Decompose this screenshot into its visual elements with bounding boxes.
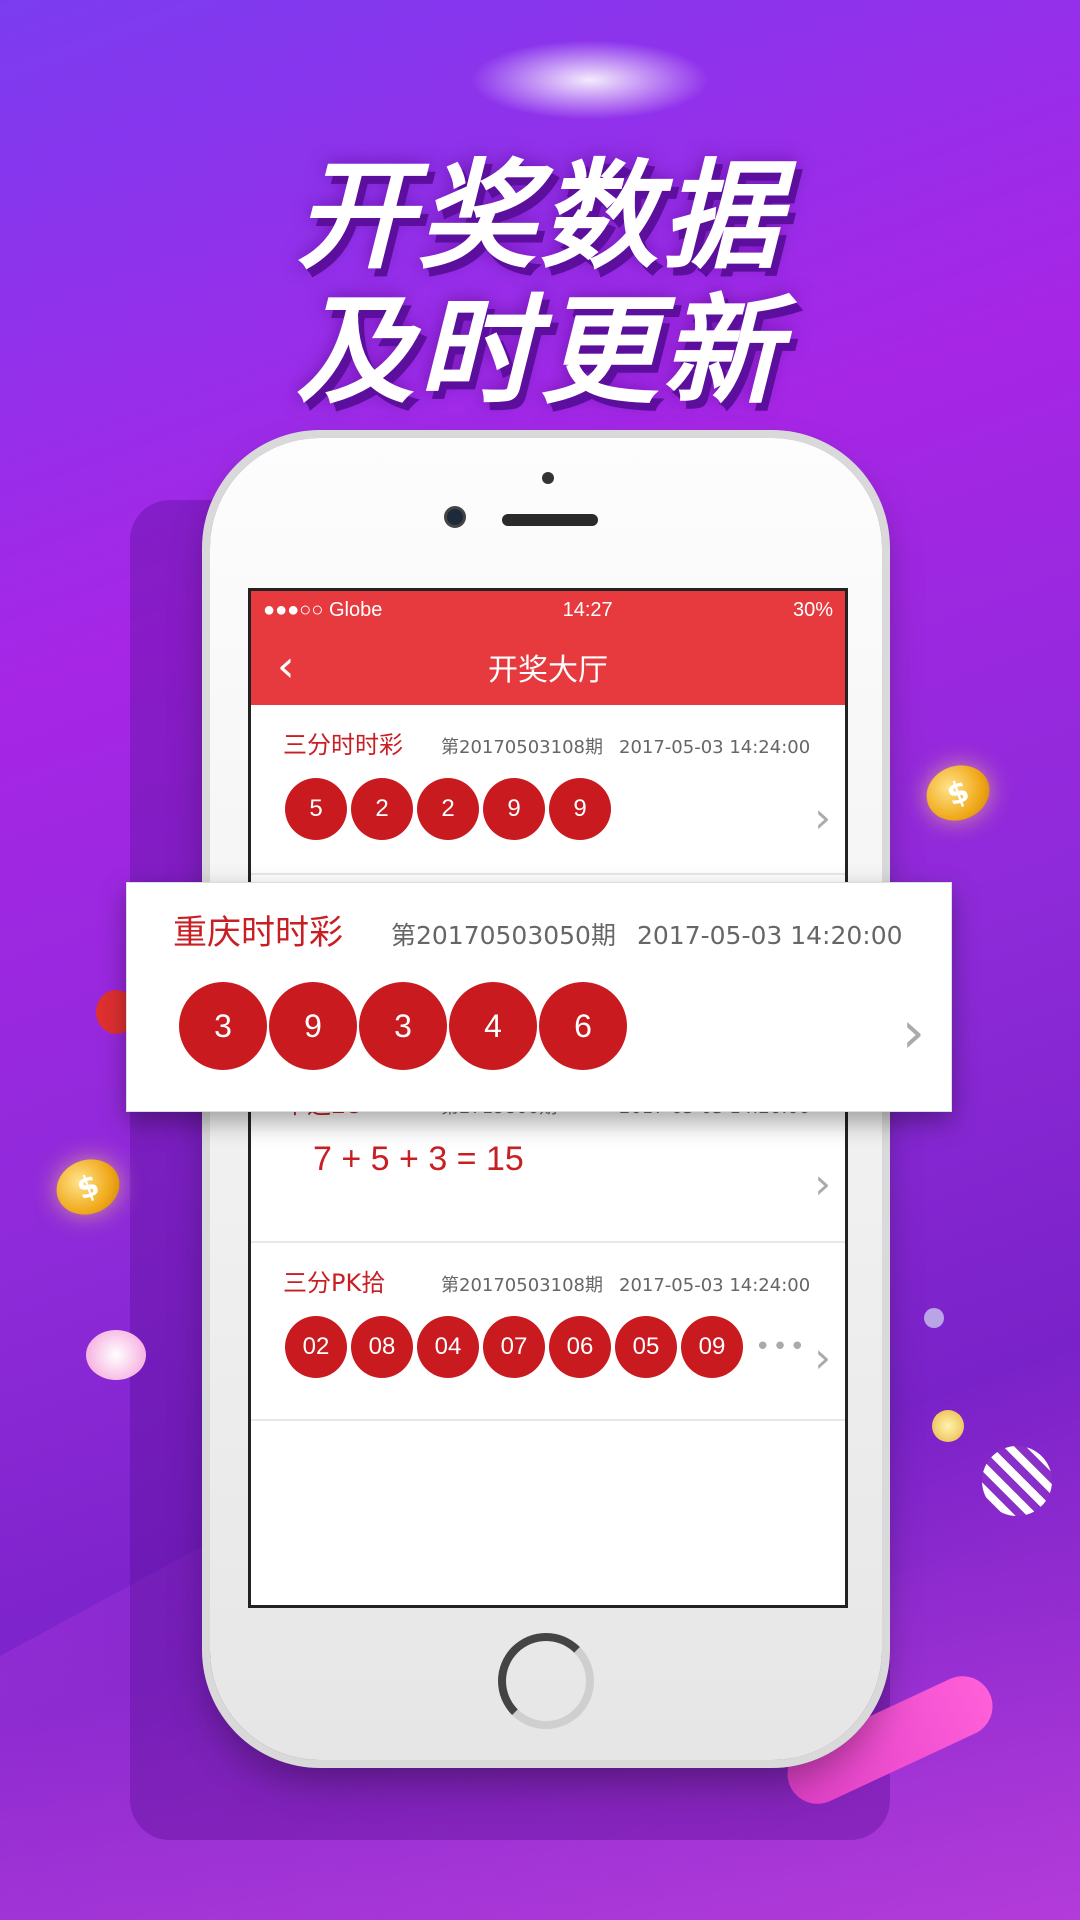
ball: 2 — [351, 778, 413, 840]
issue-number: 第20170503108期 — [441, 737, 603, 758]
earpiece-speaker — [502, 514, 598, 526]
ball: 05 — [615, 1316, 677, 1378]
draw-time: 2017-05-03 14:24:00 — [619, 1275, 811, 1296]
front-camera — [444, 506, 466, 528]
chevron-right-icon: › — [814, 793, 831, 842]
ball: 5 — [285, 778, 347, 840]
chevron-right-icon: › — [814, 1159, 831, 1208]
sensor-dot — [542, 472, 554, 484]
coin-icon: $ — [918, 756, 998, 830]
lottery-name: 三分PK拾 — [283, 1269, 386, 1297]
chevron-right-icon: › — [901, 998, 925, 1066]
ball: 02 — [285, 1316, 347, 1378]
back-arrow-icon[interactable]: ‹ — [277, 645, 307, 689]
lottery-row-pk10[interactable]: 三分PK拾 第20170503108期 2017-05-03 14:24:00 … — [251, 1243, 845, 1421]
home-button[interactable] — [498, 1633, 594, 1729]
ball: 2 — [417, 778, 479, 840]
candy-icon — [982, 1446, 1052, 1516]
light-glow — [470, 40, 710, 120]
issue-number: 第20170503050期 — [391, 921, 616, 950]
headline-line2: 及时更新 — [295, 282, 784, 420]
page-title: 开奖大厅 — [488, 653, 608, 688]
ball: 9 — [269, 982, 357, 1070]
ball: 09 — [681, 1316, 743, 1378]
lottery-name: 重庆时时彩 — [173, 913, 343, 953]
candy-icon — [932, 1410, 964, 1442]
coin-icon: $ — [48, 1150, 128, 1224]
ball: 4 — [449, 982, 537, 1070]
ball: 06 — [549, 1316, 611, 1378]
ball: 9 — [549, 778, 611, 840]
battery-label: 30% — [792, 598, 833, 621]
draw-time: 2017-05-03 14:24:00 — [619, 737, 811, 758]
ball: 08 — [351, 1316, 413, 1378]
ball: 04 — [417, 1316, 479, 1378]
draw-time: 2017-05-03 14:20:00 — [637, 921, 903, 950]
ball: 3 — [179, 982, 267, 1070]
carrier-label: ●●●○○ Globe — [263, 598, 383, 621]
ball: 07 — [483, 1316, 545, 1378]
candy-icon — [924, 1308, 944, 1328]
ball: 6 — [539, 982, 627, 1070]
featured-row-chongqing-ssc[interactable]: 重庆时时彩 第20170503050期 2017-05-03 14:20:00 … — [126, 882, 952, 1112]
clock: 14:27 — [562, 598, 613, 621]
more-dots: ••• — [755, 1332, 808, 1362]
chevron-right-icon: › — [814, 1333, 831, 1382]
status-bar: ●●●○○ Globe 14:27 30% — [251, 591, 845, 629]
nav-bar: ‹ 开奖大厅 — [251, 629, 845, 705]
issue-number: 第20170503108期 — [441, 1275, 603, 1296]
ball: 9 — [483, 778, 545, 840]
lottery-row-sanfen-ssc[interactable]: 三分时时彩 第20170503108期 2017-05-03 14:24:00 … — [251, 705, 845, 875]
candy-icon — [86, 1330, 146, 1380]
sum-result: 7 + 5 + 3 = 15 — [313, 1140, 524, 1178]
lottery-name: 三分时时彩 — [283, 731, 403, 759]
ball: 3 — [359, 982, 447, 1070]
